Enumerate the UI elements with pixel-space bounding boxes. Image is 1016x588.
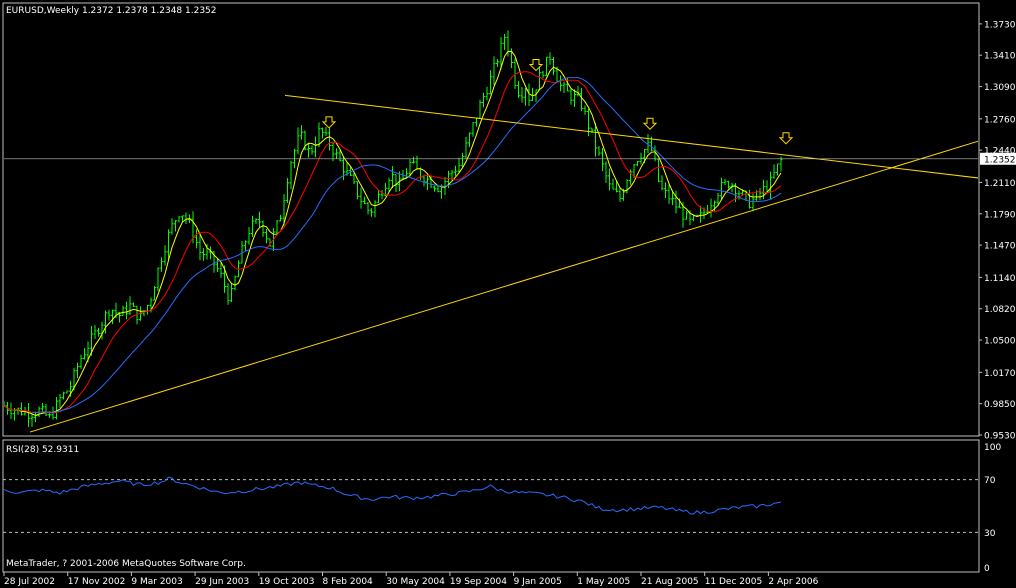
- x-tick-label: 9 Mar 2003: [131, 577, 182, 587]
- y-tick-label: 1.3410: [984, 52, 1016, 62]
- y-tick-label: 1.2760: [984, 115, 1016, 125]
- y-tick-label: 0.9530: [984, 432, 1016, 442]
- rsi-title: RSI(28) 52.9311: [6, 445, 79, 455]
- price-pane[interactable]: [2, 2, 980, 437]
- x-tick-label: 21 Aug 2005: [641, 577, 699, 587]
- rsi-pane[interactable]: [2, 439, 980, 573]
- y-tick-label: 1.0500: [984, 337, 1016, 347]
- copyright-text: MetaTrader, ? 2001-2006 MetaQuotes Softw…: [6, 559, 246, 569]
- y-tick-label: 0.9850: [984, 400, 1016, 410]
- x-tick-label: 9 Jan 2005: [514, 577, 562, 587]
- current-price-label: 1.2352: [984, 155, 1016, 165]
- x-tick-label: 17 Nov 2002: [68, 577, 126, 587]
- y-axis: 1.2352 1.3730 1.3410 1.3090 1.2760 1.2440 1.21…: [979, 20, 1016, 442]
- chart-title: EURUSD,Weekly 1.2372 1.2378 1.2348 1.235…: [6, 6, 217, 16]
- x-tick-label: 30 May 2004: [386, 577, 445, 587]
- y-tick-label: 1.1790: [984, 210, 1016, 220]
- x-tick-label: 19 Sep 2004: [450, 577, 507, 587]
- x-tick-label: 1 May 2005: [577, 577, 630, 587]
- x-tick-label: 2 Apr 2006: [768, 577, 818, 587]
- y-tick-label: 1.1140: [984, 274, 1016, 284]
- x-tick-label: 8 Feb 2004: [323, 577, 374, 587]
- rsi-tick-label: 100: [984, 443, 1001, 453]
- y-tick-label: 1.0820: [984, 305, 1016, 315]
- x-tick-label: 29 Jun 2003: [195, 577, 249, 587]
- y-tick-label: 1.2110: [984, 179, 1016, 189]
- rsi-tick-label: 70: [984, 476, 996, 486]
- x-tick-label: 28 Jul 2002: [4, 577, 55, 587]
- rsi-tick-label: 30: [984, 529, 996, 539]
- x-tick-label: 19 Oct 2003: [259, 577, 315, 587]
- rsi-tick-label: 0: [984, 564, 990, 574]
- y-tick-label: 1.3730: [984, 20, 1016, 30]
- chart-canvas: 10070300 1.23521.37301.34101.30901.27601…: [2, 2, 1016, 587]
- x-axis: 28 Jul 2002 17 Nov 2002 9 Mar 2003 29 Jun 2…: [3, 572, 819, 587]
- y-tick-label: 1.3090: [984, 83, 1016, 93]
- y-tick-label: 1.0170: [984, 369, 1016, 379]
- y-tick-label: 1.1470: [984, 242, 1016, 252]
- y-tick-label: 1.2440: [984, 147, 1016, 157]
- x-tick-label: 11 Dec 2005: [705, 577, 763, 587]
